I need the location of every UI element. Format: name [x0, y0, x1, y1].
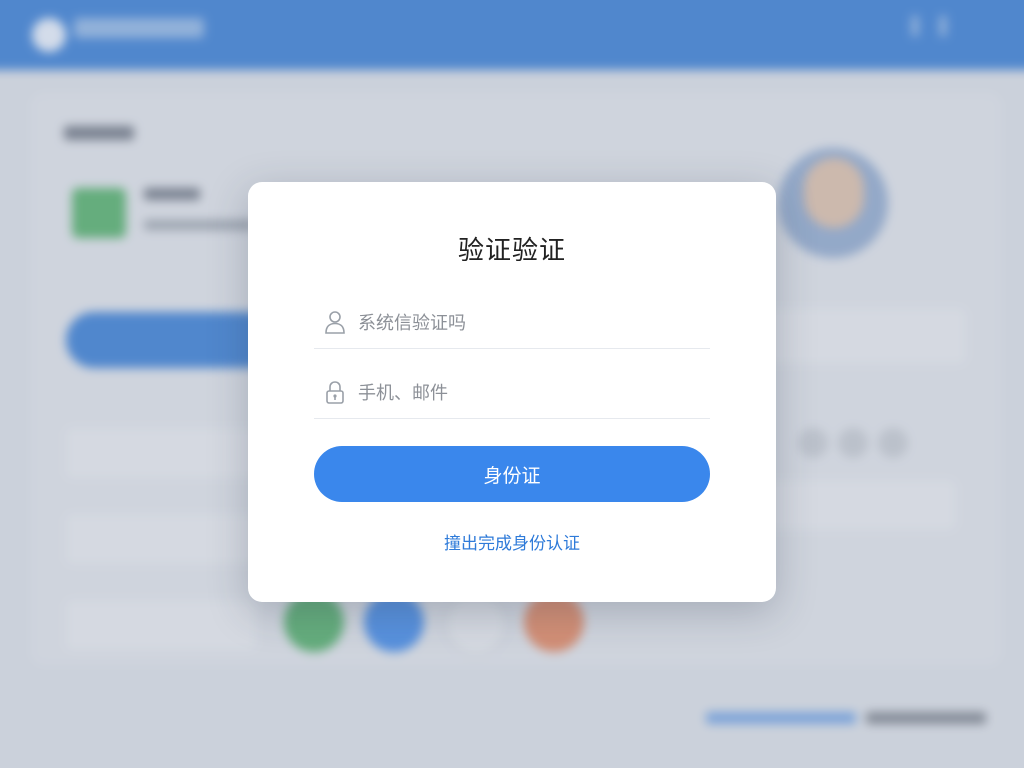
user-icon	[324, 310, 346, 334]
lock-icon	[324, 380, 346, 404]
submit-button[interactable]: 身份证	[314, 446, 710, 502]
verification-code-field[interactable]	[314, 298, 710, 349]
phone-email-field[interactable]	[314, 368, 710, 419]
phone-email-input[interactable]	[358, 380, 698, 406]
verification-code-input[interactable]	[358, 310, 698, 336]
complete-verification-link[interactable]: 撞出完成身份认证	[248, 529, 776, 554]
dialog-title: 验证验证	[457, 236, 566, 266]
verification-dialog: 验证验证 身份证 撞出完成身份认证	[248, 182, 776, 602]
